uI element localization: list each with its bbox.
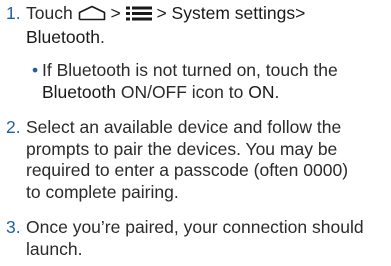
step-1-separator-2: > [156,3,167,23]
step-3-text: Once you’re paired, your connection shou… [26,217,388,260]
step-1-touch: Touch [26,3,73,23]
step-1-line-2: Bluetooth. [26,27,388,49]
bullet-text: If Bluetooth is not turned on, touch the… [42,60,390,103]
bullet-marker: • [32,60,39,80]
step-1-number: 1. [6,3,21,23]
step-1-separator-3: > [295,3,306,23]
step-2-line-4: to complete pairing. [26,181,179,202]
step-1-line-1: Touch > > System settings> [26,3,388,27]
step-2-line-2: prompts to pair the devices. You may be [26,138,338,159]
instruction-document: 1. Touch > > System settings> Bluetooth.… [0,0,391,266]
step-3-line-2: launch. [26,238,83,259]
bullet-line-1: If Bluetooth is not turned on, touch the [42,60,338,80]
step-3-line-1: Once you’re paired, your connection shou… [26,217,364,237]
system-settings-label: System settings [171,3,296,23]
step-1-bullet: • If Bluetooth is not turned on, touch t… [32,60,388,104]
bullet-period: . [274,81,280,102]
bullet-line-2: Bluetooth ON/OFF icon to ON. [42,82,390,104]
bullet-mid-text: ON/OFF icon to [120,81,244,102]
step-1-separator-1: > [110,3,121,23]
step-1: 1. Touch > > System settings> Bluetooth. [0,3,391,47]
home-icon [78,5,106,27]
step-2-line-3: required to enter a passcode (often 0000… [26,160,349,180]
step-2-number: 2. [6,117,21,137]
step-2: 2. Select an available device and follow… [0,117,391,205]
step-2-text: Select an available device and follow th… [26,117,388,203]
bluetooth-label: Bluetooth [26,26,100,47]
menu-icon [125,5,152,27]
step-2-line-1: Select an available device and follow th… [26,117,342,137]
on-bold: ON [248,81,275,102]
step-3-number: 3. [6,217,21,237]
bluetooth-bold: Bluetooth [42,81,116,102]
step-3: 3. Once you’re paired, your connection s… [0,217,391,261]
step-1-text: Touch > > System settings> Bluetooth. [26,3,388,48]
step-1-period: . [99,26,105,47]
